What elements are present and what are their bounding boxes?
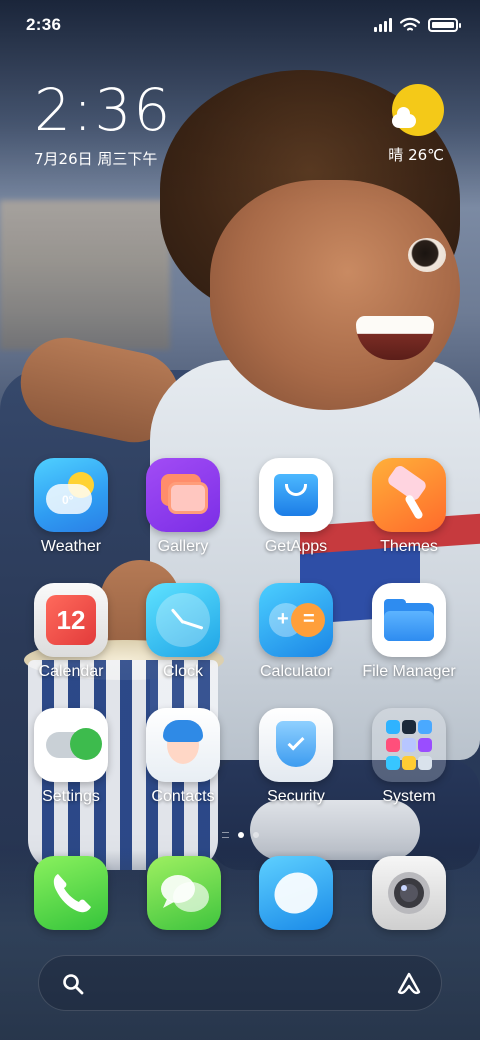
themes-icon (372, 458, 446, 532)
phone-icon (53, 874, 91, 913)
calculator-icon: + = (259, 583, 333, 657)
app-calculator[interactable]: + = Calculator (240, 583, 352, 681)
app-file-manager[interactable]: File Manager (353, 583, 465, 681)
status-icons (374, 14, 461, 36)
weather-widget[interactable]: 晴 26℃ (384, 84, 444, 174)
app-weather[interactable]: 0° Weather (15, 458, 127, 556)
search-icon[interactable] (61, 972, 85, 996)
app-label: Weather (40, 538, 102, 555)
dock-browser[interactable] (259, 856, 333, 930)
app-label: Contacts (151, 788, 215, 805)
weather-text: 晴 26℃ (388, 146, 444, 164)
app-system-folder[interactable]: System (353, 708, 465, 806)
clock-date: 7月26日 周三下午 (34, 150, 158, 168)
battery-icon (428, 18, 461, 32)
browser-icon (274, 872, 318, 914)
signal-icon (374, 18, 392, 32)
wifi-icon (400, 17, 420, 31)
getapps-icon (259, 458, 333, 532)
assistant-icon[interactable] (395, 970, 423, 998)
status-bar: 2:36 (0, 0, 480, 50)
app-label: GetApps (264, 538, 328, 555)
app-gallery[interactable]: Gallery (127, 458, 239, 556)
cloud-icon (392, 107, 416, 128)
app-label: File Manager (362, 663, 456, 680)
app-contacts[interactable]: Contacts (127, 708, 239, 806)
folder-grid-icon (372, 708, 446, 782)
app-clock[interactable]: Clock (127, 583, 239, 681)
page-dot (252, 832, 259, 838)
clock-icon (146, 583, 220, 657)
battery-level (432, 22, 454, 28)
app-label: System (382, 788, 436, 805)
app-label: Calculator (259, 663, 333, 680)
camera-icon (388, 872, 430, 914)
app-label: Security (267, 788, 325, 805)
page-dot-active (237, 832, 244, 838)
page-list-icon (221, 832, 229, 838)
app-settings[interactable]: Settings (15, 708, 127, 806)
app-themes[interactable]: Themes (353, 458, 465, 556)
message-icon (161, 875, 209, 912)
app-label: Themes (380, 538, 438, 555)
app-label: Clock (162, 663, 203, 680)
settings-toggle-icon (34, 708, 108, 782)
status-time: 2:36 (26, 15, 62, 34)
calendar-icon-day: 12 (56, 605, 86, 635)
weather-icon: 0° (34, 458, 108, 532)
dock-camera[interactable] (372, 856, 446, 930)
dock-phone[interactable] (34, 856, 108, 930)
clock-widget[interactable]: 2:36 7月26日 周三下午 (34, 78, 172, 169)
search-bar[interactable] (38, 955, 442, 1011)
app-getapps[interactable]: GetApps (240, 458, 352, 556)
calendar-icon: 12 (34, 583, 108, 657)
app-label: Settings (42, 788, 100, 805)
app-calendar[interactable]: 12 Calendar (15, 583, 127, 681)
contacts-icon (146, 708, 220, 782)
page-indicator[interactable] (200, 828, 280, 842)
app-security[interactable]: Security (240, 708, 352, 806)
app-label: Calendar (38, 663, 104, 680)
weather-icon-temp: 0° (62, 493, 74, 507)
shield-icon (259, 708, 333, 782)
app-label: Gallery (157, 538, 209, 555)
folder-icon (372, 583, 446, 657)
gallery-icon (146, 458, 220, 532)
dock-messages[interactable] (147, 856, 221, 930)
clock-time: 2:36 (34, 76, 173, 144)
